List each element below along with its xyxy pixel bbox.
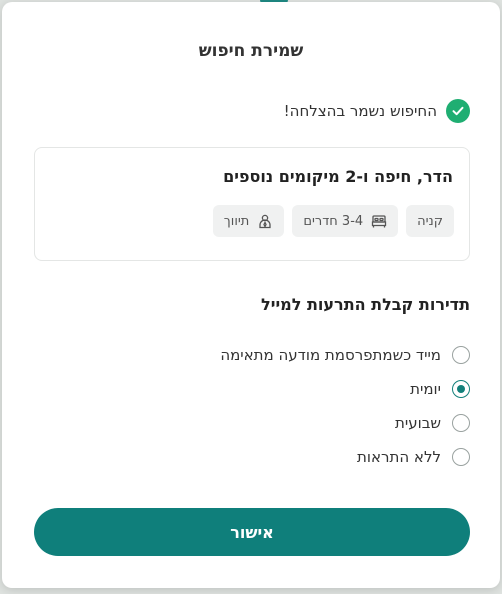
agent-icon bbox=[257, 213, 273, 229]
option-daily[interactable]: יומית bbox=[30, 372, 470, 406]
chip-label: 3-4 חדרים bbox=[303, 213, 364, 229]
option-label: שבועית bbox=[395, 414, 441, 432]
option-none[interactable]: ללא התראות bbox=[30, 440, 470, 474]
chip-label: קניה bbox=[417, 213, 443, 229]
radio-daily[interactable] bbox=[452, 380, 470, 398]
success-text: החיפוש נשמר בהצלחה! bbox=[283, 102, 437, 120]
confirm-button[interactable]: אישור bbox=[34, 508, 470, 556]
radio-immediate[interactable] bbox=[452, 346, 470, 364]
option-weekly[interactable]: שבועית bbox=[30, 406, 470, 440]
bed-icon bbox=[371, 213, 387, 229]
saved-search-title: הדר, חיפה ו-2 מיקומים נוספים bbox=[223, 167, 453, 186]
option-label: ללא התראות bbox=[357, 448, 441, 466]
check-circle-icon bbox=[446, 99, 470, 123]
option-label: מייד כשמתפרסמת מודעה מתאימה bbox=[220, 346, 441, 364]
radio-weekly[interactable] bbox=[452, 414, 470, 432]
save-search-modal: שמירת חיפוש החיפוש נשמר בהצלחה! הדר, חיפ… bbox=[2, 2, 500, 588]
radio-none[interactable] bbox=[452, 448, 470, 466]
chip-label: תיווך bbox=[223, 213, 250, 229]
saved-search-card: הדר, חיפה ו-2 מיקומים נוספים קניה 3-4 חד… bbox=[34, 147, 470, 261]
success-message: החיפוש נשמר בהצלחה! bbox=[284, 99, 470, 123]
modal-title: שמירת חיפוש bbox=[198, 41, 304, 61]
chip-deal-type: קניה bbox=[406, 205, 454, 237]
alerts-frequency-options: מייד כשמתפרסמת מודעה מתאימה יומית שבועית… bbox=[30, 338, 470, 474]
search-chips: קניה 3-4 חדרים תיווך bbox=[212, 205, 454, 237]
chip-agent: תיווך bbox=[212, 205, 285, 237]
alerts-frequency-title: תדירות קבלת התרעות למייל bbox=[261, 295, 470, 314]
option-label: יומית bbox=[410, 380, 441, 398]
chip-rooms: 3-4 חדרים bbox=[292, 205, 399, 237]
option-immediate[interactable]: מייד כשמתפרסמת מודעה מתאימה bbox=[30, 338, 470, 372]
